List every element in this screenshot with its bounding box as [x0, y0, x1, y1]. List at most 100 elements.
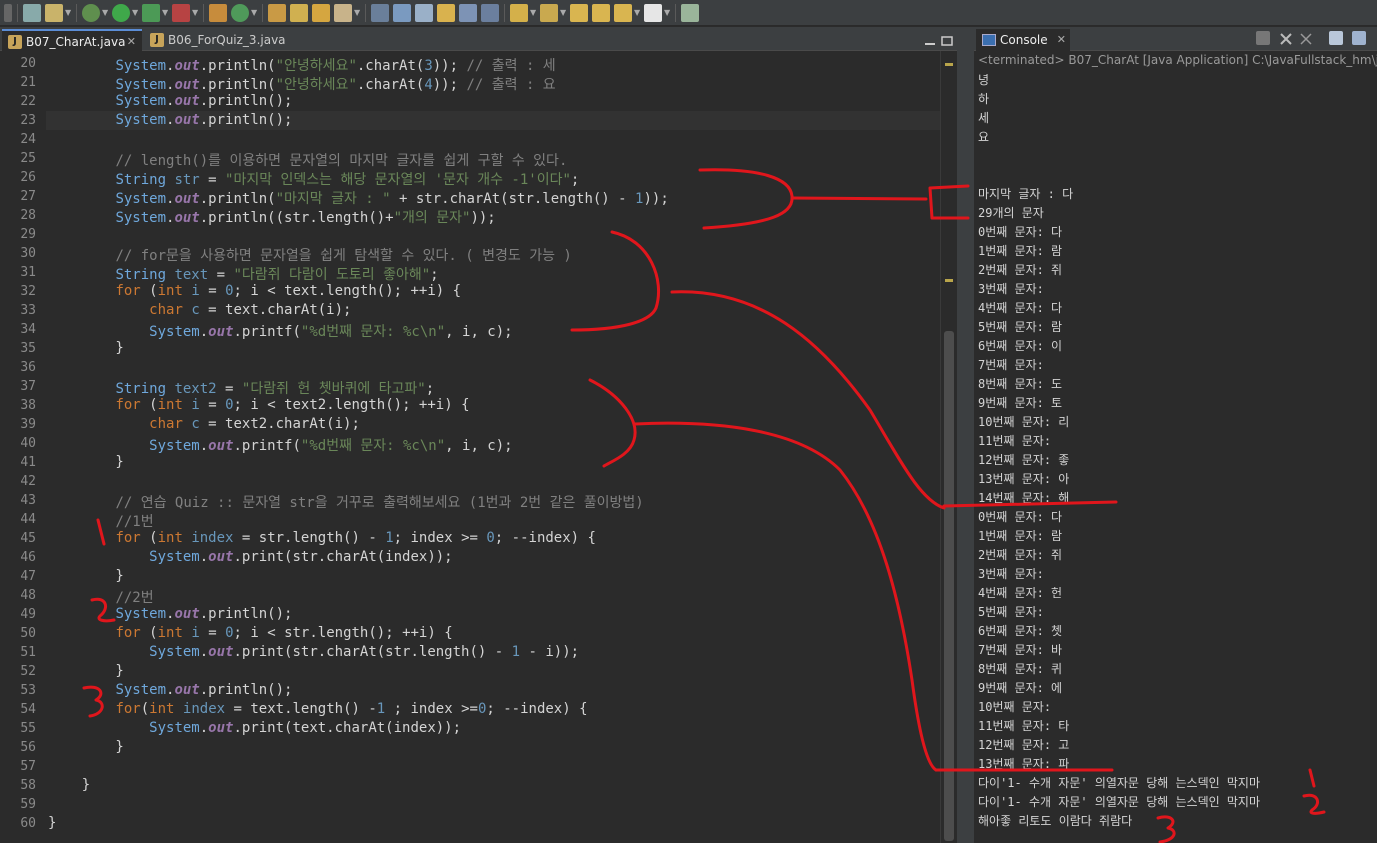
code-line[interactable]: }: [48, 777, 90, 793]
line-number: 57: [20, 759, 36, 774]
scroll-lock-icon[interactable]: [1329, 31, 1343, 45]
line-number: 51: [20, 645, 36, 660]
pin-console-icon[interactable]: [1352, 31, 1366, 45]
editor-tab-b06-forquiz[interactable]: J B06_ForQuiz_3.java: [144, 29, 286, 51]
code-line[interactable]: // length()를 이용하면 문자열의 마지막 글자를 쉽게 구할 수 있…: [48, 150, 567, 170]
code-line[interactable]: for (int index = str.length() - 1; index…: [48, 530, 596, 546]
brush-icon[interactable]: [334, 3, 352, 22]
code-line[interactable]: //2번: [48, 587, 153, 607]
code-line[interactable]: }: [48, 340, 123, 356]
external-tools-icon[interactable]: [172, 3, 190, 22]
code-line[interactable]: for (int i = 0; i < text2.length(); ++i)…: [48, 397, 469, 413]
code-line[interactable]: // 연습 Quiz :: 문자열 str을 거꾸로 출력해보세요 (1번과 2…: [48, 492, 643, 512]
back-history-icon[interactable]: [614, 3, 632, 22]
code-line[interactable]: char c = text2.charAt(i);: [48, 416, 360, 432]
dropdown-arrow-icon[interactable]: ▼: [634, 4, 640, 22]
close-icon[interactable]: ✕: [1057, 29, 1066, 51]
code-line[interactable]: System.out.printf("%d번째 문자: %c\n", i, c)…: [48, 321, 512, 341]
code-line[interactable]: System.out.print(text.charAt(index));: [48, 720, 461, 736]
code-line[interactable]: System.out.printf("%d번째 문자: %c\n", i, c)…: [48, 435, 512, 455]
code-line[interactable]: for (int i = 0; i < text.length(); ++i) …: [48, 283, 461, 299]
code-line[interactable]: }: [48, 815, 56, 831]
code-line[interactable]: System.out.println("안녕하세요".charAt(3)); /…: [48, 55, 555, 75]
pane-divider[interactable]: [957, 27, 974, 843]
debug-icon[interactable]: [82, 3, 100, 22]
code-line[interactable]: System.out.print(str.charAt(str.length()…: [48, 644, 579, 660]
dropdown-arrow-icon[interactable]: ▼: [664, 4, 670, 22]
toolbar-separator: [504, 3, 505, 22]
console-line: 요: [978, 130, 990, 144]
code-line[interactable]: String text = "다람쥐 다람이 도토리 좋아해";: [48, 264, 438, 284]
toolbar-icon[interactable]: [4, 3, 12, 22]
editor-scrollbar[interactable]: [940, 51, 957, 843]
back-icon[interactable]: [592, 3, 610, 22]
dropdown-arrow-icon[interactable]: ▼: [65, 4, 71, 22]
console-line: 13번째 문자: 아: [978, 472, 1070, 486]
code-line[interactable]: for(int index = text.length() -1 ; index…: [48, 701, 587, 717]
code-editor[interactable]: 20 21 22 23 24 25 26 27 28 29 30 31 32 33 34 35 36 37 38 39…: [0, 51, 940, 843]
new-class-icon[interactable]: [231, 3, 249, 22]
new-java-project-icon[interactable]: [209, 3, 227, 22]
remove-launch-icon[interactable]: [1279, 31, 1293, 45]
code-line[interactable]: }: [48, 568, 123, 584]
editor-tab-b07-charat[interactable]: J B07_CharAt.java ✕: [2, 29, 142, 51]
dropdown-arrow-icon[interactable]: ▼: [162, 4, 168, 22]
code-line[interactable]: String str = "마지막 인덱스는 해당 문자열의 '문자 개수 -1…: [48, 169, 579, 189]
scroll-marker[interactable]: [945, 279, 953, 282]
dropdown-arrow-icon[interactable]: ▼: [192, 4, 198, 22]
run-icon[interactable]: [112, 3, 130, 22]
code-line[interactable]: }: [48, 739, 123, 755]
dropdown-arrow-icon[interactable]: ▼: [530, 4, 536, 22]
dropdown-arrow-icon[interactable]: ▼: [560, 4, 566, 22]
block-selection-icon[interactable]: [459, 3, 477, 22]
forward-icon[interactable]: [644, 3, 662, 22]
close-icon[interactable]: ✕: [127, 31, 136, 53]
editor-scroll-thumb[interactable]: [944, 331, 954, 841]
code-line[interactable]: System.out.println();: [48, 112, 292, 128]
scroll-marker[interactable]: [945, 63, 953, 66]
terminate-icon[interactable]: [1256, 31, 1270, 45]
show-whitespace-icon[interactable]: [481, 3, 499, 22]
code-line[interactable]: // for문을 사용하면 문자열을 쉽게 탐색할 수 있다. ( 변경도 가능…: [48, 245, 571, 265]
toggle-mark-icon[interactable]: [437, 3, 455, 22]
console-line: 10번째 문자:: [978, 700, 1066, 714]
code-line[interactable]: System.out.println((str.length()+"개의 문자"…: [48, 207, 495, 227]
toggle-breadcrumb-icon[interactable]: [415, 3, 433, 22]
code-line[interactable]: System.out.println();: [48, 93, 292, 109]
line-number: 44: [20, 512, 36, 527]
prev-annotation-icon[interactable]: [540, 3, 558, 22]
last-edit-icon[interactable]: [570, 3, 588, 22]
open-task-icon[interactable]: [290, 3, 308, 22]
minimize-icon[interactable]: [924, 31, 936, 45]
code-line[interactable]: char c = text.charAt(i);: [48, 302, 351, 318]
next-annotation-icon[interactable]: [510, 3, 528, 22]
pin-editor-icon[interactable]: [681, 3, 699, 22]
dropdown-arrow-icon[interactable]: ▼: [132, 4, 138, 22]
remove-all-launches-icon[interactable]: [1299, 31, 1313, 45]
code-line[interactable]: System.out.print(str.charAt(index));: [48, 549, 452, 565]
code-line[interactable]: System.out.println();: [48, 606, 292, 622]
dropdown-arrow-icon[interactable]: ▼: [102, 4, 108, 22]
toolbar-separator: [675, 3, 676, 22]
dropdown-arrow-icon[interactable]: ▼: [251, 4, 257, 22]
coverage-icon[interactable]: [142, 3, 160, 22]
dropdown-arrow-icon[interactable]: ▼: [354, 4, 360, 22]
code-line[interactable]: }: [48, 454, 123, 470]
search-icon[interactable]: [312, 3, 330, 22]
code-line[interactable]: System.out.println("마지막 글자 : " + str.cha…: [48, 188, 668, 208]
code-line[interactable]: for (int i = 0; i < str.length(); ++i) {: [48, 625, 452, 641]
console-tab[interactable]: Console ✕: [976, 29, 1070, 51]
code-line[interactable]: System.out.println("안녕하세요".charAt(4)); /…: [48, 74, 555, 94]
toggle-ant-icon[interactable]: [23, 3, 41, 22]
maximize-icon[interactable]: [941, 31, 953, 46]
annotation-icon[interactable]: [371, 3, 389, 22]
open-type-icon[interactable]: [268, 3, 286, 22]
console-line: 7번째 문자:: [978, 358, 1059, 372]
line-number: 48: [20, 588, 36, 603]
code-line[interactable]: String text2 = "다람쥐 헌 쳇바퀴에 타고파";: [48, 378, 434, 398]
code-line[interactable]: }: [48, 663, 123, 679]
mark-occurrences-icon[interactable]: [45, 3, 63, 22]
highlight-icon[interactable]: [393, 3, 411, 22]
code-line[interactable]: //1번: [48, 511, 153, 531]
code-line[interactable]: System.out.println();: [48, 682, 292, 698]
